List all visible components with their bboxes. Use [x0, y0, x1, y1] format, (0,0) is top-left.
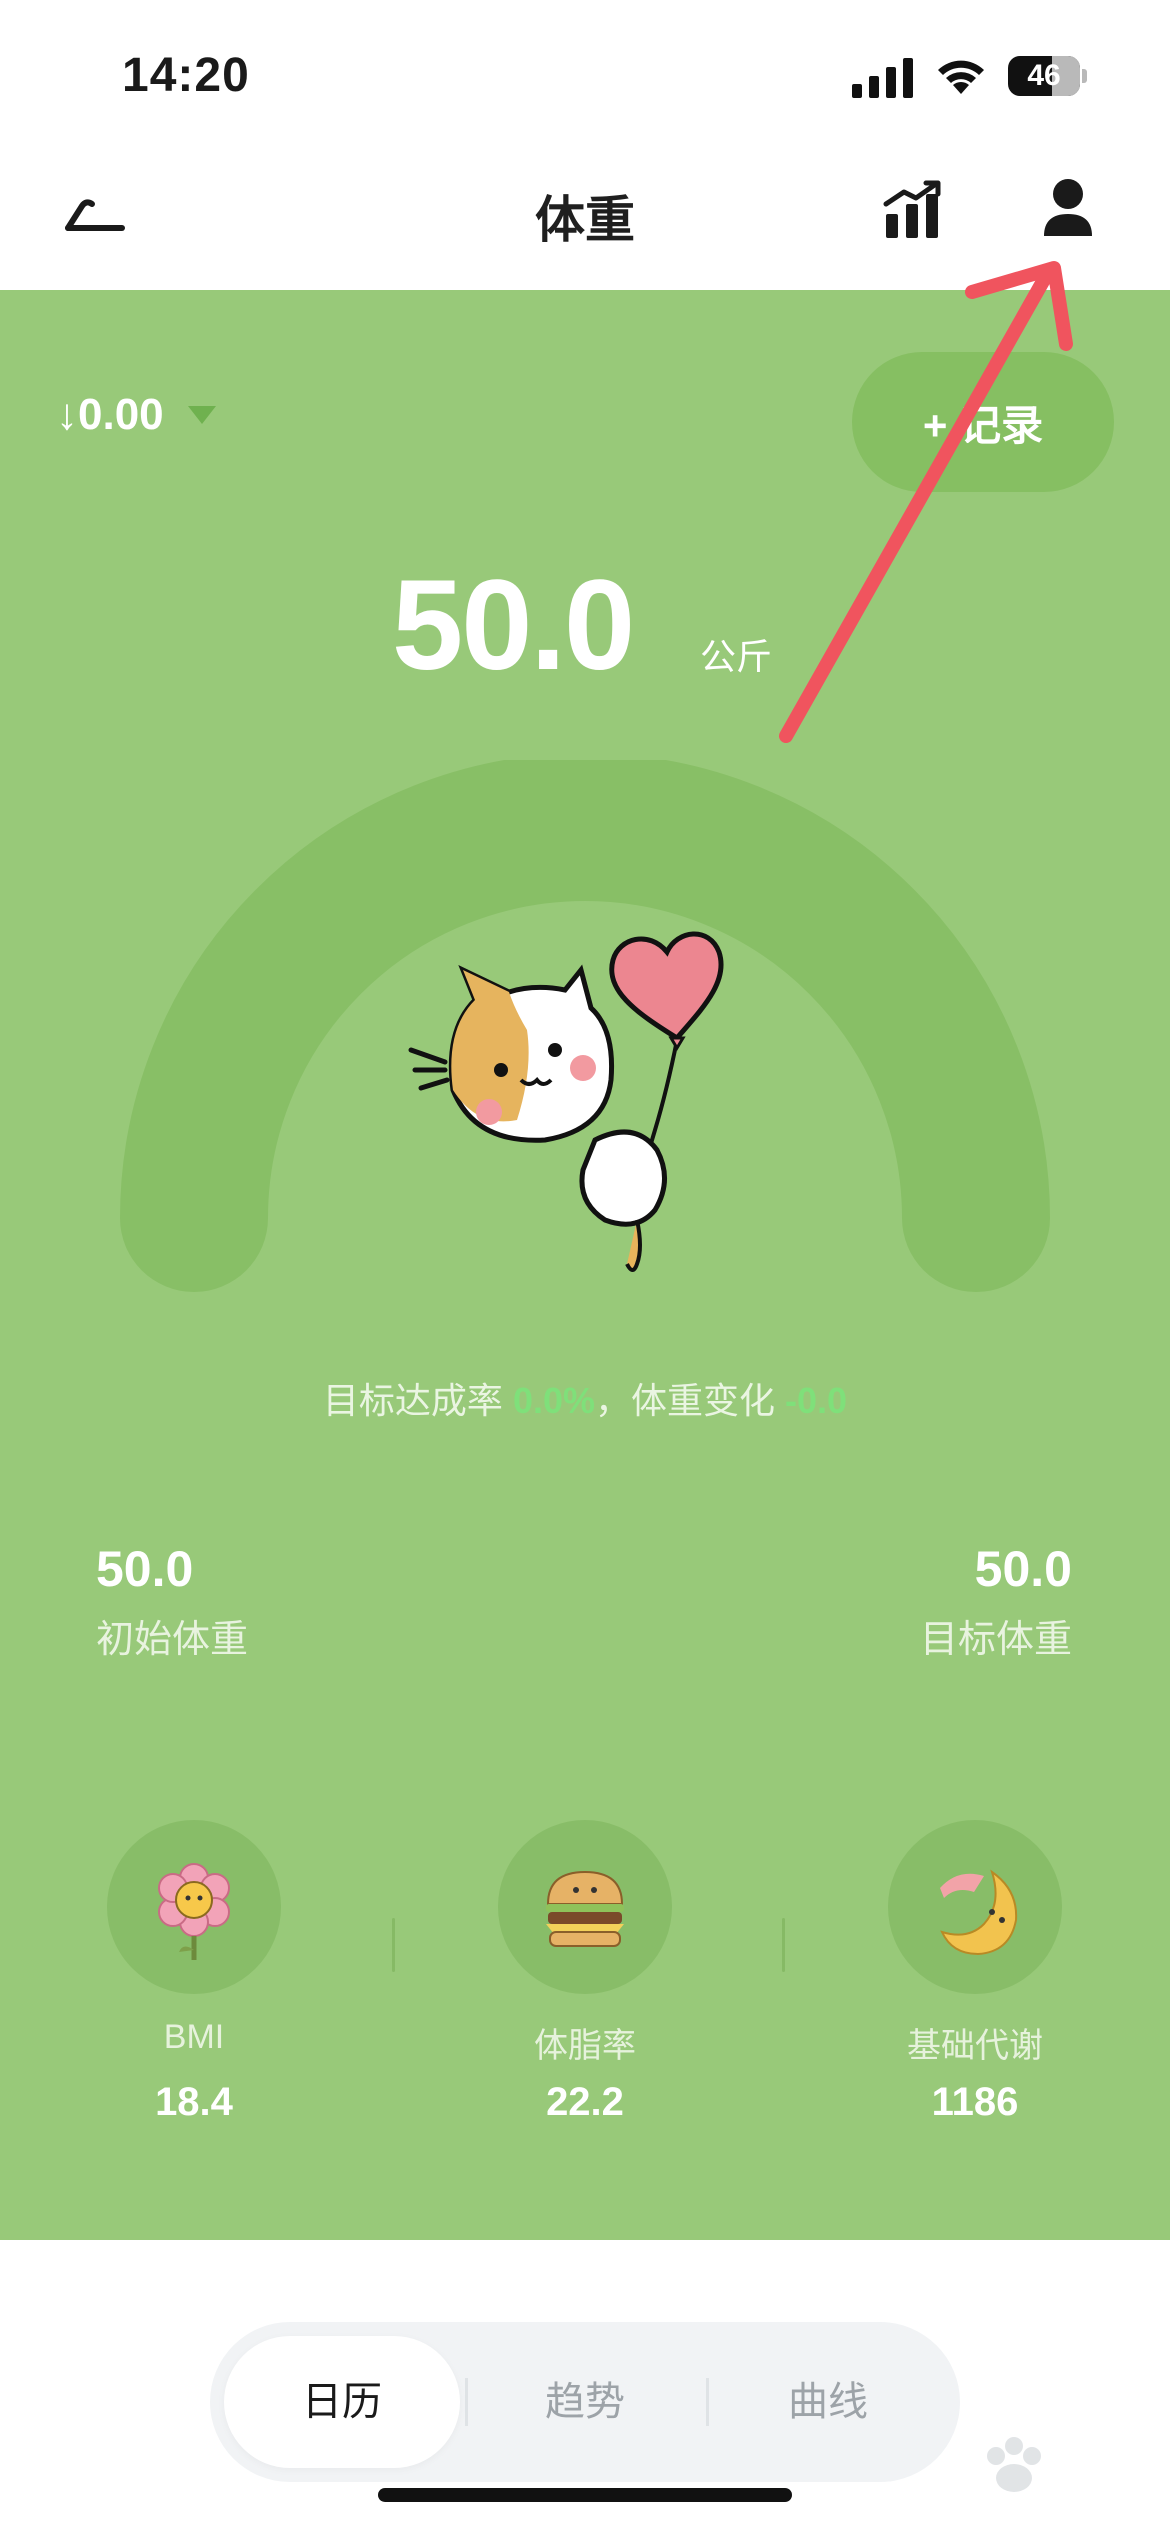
weight-change-total: -0.0 [785, 1380, 848, 1421]
target-weight-value: 50.0 [974, 1541, 1072, 1597]
body-fat-label: 体脂率 [534, 2027, 636, 2065]
moon-icon [940, 1869, 1018, 1956]
weight-change-selector[interactable]: ↓0.00 [56, 390, 216, 440]
goal-summary: 目标达成率 0.0%，体重变化 -0.0 [0, 1372, 1170, 1424]
add-record-label: + 记录 [922, 401, 1044, 449]
body-fat-value: 22.2 [546, 2080, 624, 2124]
status-time: 14:20 [122, 49, 250, 102]
body-fat-card[interactable] [498, 1820, 672, 1994]
home-indicator [378, 2488, 792, 2502]
initial-weight-value: 50.0 [96, 1541, 194, 1597]
metric-divider [782, 1918, 785, 1972]
metric-divider [392, 1918, 395, 1972]
watermark-paw-icon [987, 2437, 1041, 2492]
bmi-card[interactable] [107, 1820, 281, 1994]
cellular-signal-icon [852, 58, 913, 98]
status-bar: 14:20 46 [0, 0, 1170, 150]
bmi-value: 18.4 [155, 2080, 233, 2124]
view-tab-bar: 日历 趋势 曲线 [210, 2322, 960, 2482]
bmr-card[interactable] [888, 1820, 1062, 1994]
nav-bar: 体重 [0, 150, 1170, 290]
tab-trend[interactable]: 趋势 [467, 2336, 703, 2468]
weight-change-value: ↓0.00 [56, 390, 164, 439]
profile-icon[interactable] [1040, 176, 1096, 240]
tab-divider [706, 2378, 709, 2426]
bmr-label: 基础代谢 [907, 2027, 1043, 2065]
dropdown-triangle-icon [187, 406, 216, 424]
flower-icon [158, 1863, 230, 1960]
add-record-button[interactable]: + 记录 [852, 352, 1114, 492]
battery-level: 46 [1027, 59, 1061, 92]
weight-unit: 公斤 [700, 636, 773, 677]
bmr-value: 1186 [931, 2080, 1019, 2124]
battery-icon: 46 [1008, 56, 1088, 96]
initial-weight-label: 初始体重 [96, 1619, 249, 1661]
bmi-label: BMI [163, 2018, 225, 2056]
bar-chart-icon[interactable] [882, 180, 942, 240]
burger-icon [546, 1870, 624, 1947]
current-weight-value: 50.0 [392, 554, 635, 697]
goal-rate-label: 目标达成率 [322, 1380, 513, 1421]
goal-rate-value: 0.0% [512, 1380, 595, 1421]
target-weight-label: 目标体重 [919, 1619, 1072, 1661]
tab-calendar[interactable]: 日历 [224, 2336, 460, 2468]
wifi-icon [938, 60, 984, 94]
page-title: 体重 [535, 192, 635, 248]
weight-change-label: ，体重变化 [595, 1380, 786, 1421]
cat-balloon-mascot [408, 931, 724, 1272]
